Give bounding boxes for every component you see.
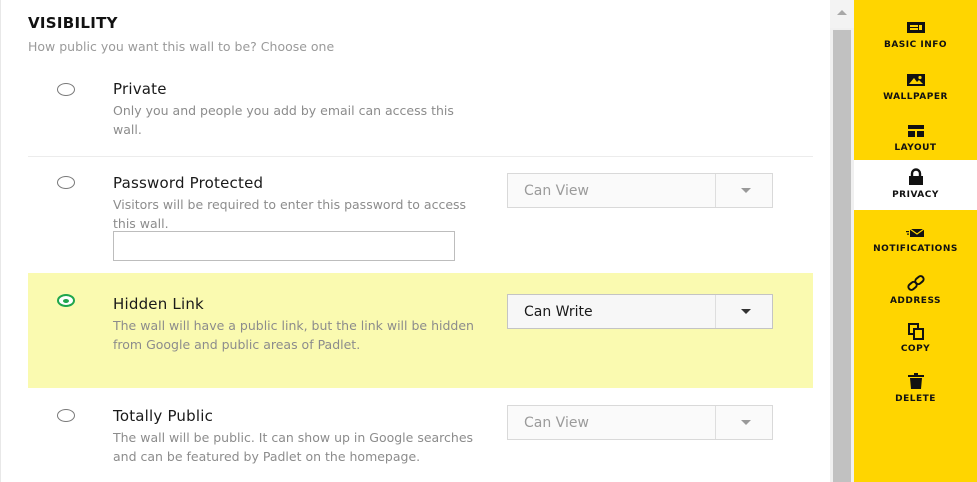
option-private[interactable]: Private Only you and people you add by e…	[28, 62, 813, 157]
basic-info-icon	[906, 22, 925, 33]
sidebar-item-label: ADDRESS	[889, 296, 942, 306]
select-value: Can Write	[524, 304, 593, 320]
lock-icon	[908, 168, 923, 185]
privacy-panel: VISIBILITY How public you want this wall…	[0, 0, 830, 482]
layout-icon	[907, 125, 924, 137]
scrollbar[interactable]	[830, 0, 854, 482]
option-description: The wall will have a public link, but th…	[113, 318, 474, 352]
chevron-down-icon[interactable]	[741, 309, 751, 314]
scroll-thumb[interactable]	[833, 30, 851, 482]
sidebar-item-label: BASIC INFO	[883, 40, 948, 50]
option-description: Visitors will be required to enter this …	[113, 197, 467, 231]
select-separator	[715, 295, 716, 328]
option-description: The wall will be public. It can show up …	[113, 430, 474, 464]
option-hidden-link[interactable]: Hidden Link The wall will have a public …	[28, 273, 813, 388]
option-title: Hidden Link	[113, 295, 204, 313]
permission-select-password[interactable]: Can View	[507, 173, 773, 208]
option-title: Password Protected	[113, 174, 264, 192]
sidebar-item-copy[interactable]: COPY	[854, 322, 977, 354]
password-input[interactable]	[113, 231, 455, 261]
sidebar-item-label: COPY	[900, 344, 931, 354]
radio-hidden-link[interactable]	[57, 294, 75, 307]
option-title: Private	[113, 80, 167, 98]
radio-password-protected[interactable]	[57, 176, 75, 189]
settings-sidebar: BASIC INFO WALLPAPER LAYOUT PRIVACY NOTI…	[854, 0, 977, 482]
option-title: Totally Public	[113, 407, 214, 425]
sidebar-item-notifications[interactable]: NOTIFICATIONS	[854, 222, 977, 254]
sidebar-item-label: LAYOUT	[894, 143, 937, 153]
option-password-protected[interactable]: Password Protected Visitors will be requ…	[28, 157, 813, 273]
sidebar-item-label: DELETE	[895, 394, 936, 404]
select-value: Can View	[524, 415, 589, 431]
sidebar-item-basic-info[interactable]: BASIC INFO	[854, 18, 977, 50]
section-title: VISIBILITY	[28, 14, 118, 32]
sidebar-item-label: WALLPAPER	[883, 92, 948, 102]
option-description: Only you and people you add by email can…	[113, 103, 454, 137]
select-value: Can View	[524, 183, 589, 199]
permission-select-public[interactable]: Can View	[507, 405, 773, 440]
radio-totally-public[interactable]	[57, 409, 75, 422]
sidebar-item-label: NOTIFICATIONS	[873, 244, 958, 254]
copy-icon	[907, 323, 924, 340]
sidebar-item-privacy[interactable]: PRIVACY	[854, 160, 977, 210]
sidebar-item-delete[interactable]: DELETE	[854, 372, 977, 404]
select-separator	[715, 174, 716, 207]
sidebar-item-label: PRIVACY	[892, 190, 939, 200]
sidebar-item-address[interactable]: ADDRESS	[854, 274, 977, 306]
wallpaper-icon	[906, 74, 925, 86]
select-separator	[715, 406, 716, 439]
section-subtitle: How public you want this wall to be? Cho…	[28, 39, 335, 54]
option-totally-public[interactable]: Totally Public The wall will be public. …	[28, 388, 813, 482]
radio-private[interactable]	[57, 83, 75, 96]
scroll-up-arrow-icon[interactable]	[830, 0, 854, 28]
trash-icon	[907, 373, 924, 389]
chevron-down-icon[interactable]	[741, 188, 751, 193]
chevron-down-icon[interactable]	[741, 420, 751, 425]
sidebar-item-wallpaper[interactable]: WALLPAPER	[854, 70, 977, 102]
permission-select-hidden-link[interactable]: Can Write	[507, 294, 773, 329]
sidebar-item-layout[interactable]: LAYOUT	[854, 121, 977, 153]
link-icon	[906, 275, 925, 291]
envelope-icon	[905, 228, 924, 237]
